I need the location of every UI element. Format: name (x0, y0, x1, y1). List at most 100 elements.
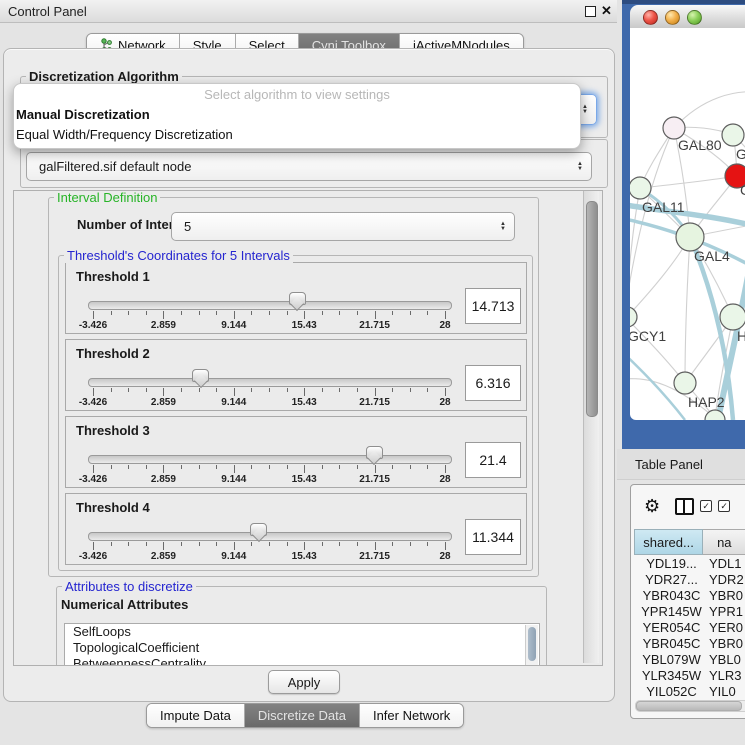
table-row[interactable]: YBL079WYBL0 (634, 652, 745, 668)
network-node[interactable] (630, 177, 651, 199)
dropdown-prompt: Select algorithm to view settings (14, 84, 580, 105)
network-node-label: C (740, 182, 745, 198)
combo-arrows-icon: ▲▼ (582, 105, 588, 115)
slider-track[interactable] (88, 301, 452, 310)
threshold-value-field[interactable]: 11.344 (465, 519, 521, 555)
column-header-shared-name[interactable]: shared... (634, 529, 703, 555)
threshold-value-field[interactable]: 21.4 (465, 442, 521, 478)
dropdown-option-manual[interactable]: Manual Discretization (14, 105, 580, 125)
network-node[interactable] (720, 304, 745, 330)
table-toolbar: ⚙ ✓ ✓ (631, 485, 745, 527)
tab-infer-network[interactable]: Infer Network (360, 704, 463, 727)
threshold-label: Threshold 1 (76, 269, 150, 284)
table-rows: YDL19...YDL1YDR27...YDR2YBR043CYBR0YPR14… (634, 556, 745, 698)
column-header-name[interactable]: na (703, 529, 745, 555)
apply-button[interactable]: Apply (268, 670, 340, 694)
threshold-label: Threshold 4 (76, 500, 150, 515)
slider-track[interactable] (88, 532, 452, 541)
float-window-icon[interactable] (585, 6, 596, 17)
bottom-tab-bar: Impute Data Discretize Data Infer Networ… (146, 703, 464, 728)
minimize-traffic-light[interactable] (665, 10, 680, 25)
threshold-box: Threshold 3-3.4262.8599.14415.4321.71528… (65, 416, 527, 488)
thresholds-group: Threshold 1 -3.4262.8599.14415.4321.71528… (58, 255, 533, 571)
table-row[interactable]: YDL19...YDL1 (634, 556, 745, 572)
threshold-box: Threshold 4 -3.4262.8599.14415.4321.71528… (65, 493, 527, 565)
table-row[interactable]: YIL052CYIL0 (634, 684, 745, 698)
gear-icon[interactable]: ⚙ (644, 497, 660, 515)
combo-arrows-icon: ▲▼ (577, 162, 583, 172)
zoom-traffic-light[interactable] (687, 10, 702, 25)
tab-discretize-data[interactable]: Discretize Data (245, 704, 360, 727)
network-canvas[interactable]: GAL80 GA C GAL11 GAL4 GCY1 H HAP2 (630, 28, 745, 420)
tab-impute-data[interactable]: Impute Data (147, 704, 245, 727)
slider-track[interactable] (88, 378, 452, 387)
network-node[interactable] (630, 307, 637, 327)
table-data-value: galFiltered.sif default node (39, 159, 191, 174)
num-intervals-combo[interactable]: 5 ▲▼ (171, 212, 515, 241)
scrollbar-thumb[interactable] (636, 701, 742, 711)
table-row[interactable]: YDR27...YDR2 (634, 572, 745, 588)
panel-title: Control Panel (8, 4, 87, 19)
interval-definition-group: Number of Intervals 5 ▲▼ Threshold 1-3.4… (48, 197, 539, 577)
control-panel-titlebar: Control Panel (0, 0, 617, 23)
columns-icon[interactable] (675, 498, 694, 515)
numerical-attributes-list: SelfLoopsTopologicalCoefficientBetweenne… (64, 623, 540, 666)
slider-scale-labels: -3.4262.8599.14415.4321.71528 (66, 397, 526, 408)
network-node-label: GAL4 (694, 248, 730, 264)
numerical-attributes-label: Numerical Attributes (61, 597, 188, 612)
network-window-titlebar (630, 5, 745, 29)
slider-thumb[interactable] (366, 446, 383, 459)
network-node-label: GAL11 (642, 199, 685, 215)
attribute-list-item[interactable]: TopologicalCoefficient (65, 640, 539, 656)
checkbox-icon[interactable]: ✓ (718, 500, 730, 512)
network-node-label: HAP2 (688, 394, 725, 410)
attributes-group-title: Attributes to discretize (62, 579, 196, 594)
threshold-label: Threshold 3 (76, 423, 150, 438)
threshold-value-field[interactable]: 14.713 (465, 288, 521, 324)
network-node-label: GAL80 (678, 137, 722, 153)
algorithm-group-title: Discretization Algorithm (26, 69, 182, 84)
app-root: Control Panel ✕ Network Style Select Cyn… (0, 0, 745, 745)
threshold-label: Threshold 2 (76, 346, 150, 361)
close-icon[interactable]: ✕ (601, 3, 612, 19)
attribute-list-item[interactable]: SelfLoops (65, 624, 539, 640)
network-node[interactable] (663, 117, 685, 139)
num-intervals-value: 5 (184, 219, 191, 234)
checkbox-icon[interactable]: ✓ (700, 500, 712, 512)
threshold-box: Threshold 2 -3.4262.8599.14415.4321.71528… (65, 339, 527, 411)
table-panel: ⚙ ✓ ✓ shared... na YDL19...YDL1YDR27...Y… (630, 484, 745, 719)
settings-viewport: Number of Intervals 5 ▲▼ Threshold 1-3.4… (13, 190, 603, 666)
slider-track[interactable] (88, 455, 452, 464)
table-data-combo[interactable]: galFiltered.sif default node ▲▼ (26, 152, 592, 181)
table-panel-titlebar: Table Panel (617, 449, 745, 480)
close-traffic-light[interactable] (643, 10, 658, 25)
interval-definition-title: Interval Definition (54, 190, 160, 205)
viewport-scrollbar[interactable] (583, 191, 599, 663)
combo-arrows-icon: ▲▼ (500, 222, 506, 232)
table-row[interactable]: YBR043CYBR0 (634, 588, 745, 604)
dropdown-option-equal-width[interactable]: Equal Width/Frequency Discretization (14, 125, 580, 145)
slider-thumb[interactable] (289, 292, 306, 305)
table-row[interactable]: YPR145WYPR1 (634, 604, 745, 620)
slider-thumb[interactable] (250, 523, 267, 536)
slider-thumb[interactable] (192, 369, 209, 382)
scrollbar-thumb[interactable] (586, 201, 598, 417)
network-node[interactable] (722, 124, 744, 146)
attribute-list-item[interactable]: BetweennessCentrality (65, 656, 539, 666)
table-horizontal-scrollbar[interactable] (635, 700, 745, 712)
threshold-value-field[interactable]: 6.316 (465, 365, 521, 401)
network-node-label: H (737, 328, 745, 344)
table-row[interactable]: YLR345WYLR3 (634, 668, 745, 684)
table-row[interactable]: YBR045CYBR0 (634, 636, 745, 652)
algorithm-dropdown-popup: Select algorithm to view settings Manual… (13, 83, 581, 149)
attributes-group: Numerical Attributes SelfLoopsTopologica… (56, 586, 547, 666)
slider-scale-labels: -3.4262.8599.14415.4321.71528 (66, 551, 526, 562)
table-row[interactable]: YER054CYER0 (634, 620, 745, 636)
network-node-label: GA (736, 146, 745, 162)
network-node[interactable] (674, 372, 696, 394)
list-scrollbar[interactable] (525, 625, 538, 666)
table-panel-title: Table Panel (635, 457, 703, 472)
network-node[interactable] (676, 223, 704, 251)
network-node-label: GCY1 (630, 328, 666, 344)
threshold-box: Threshold 1-3.4262.8599.14415.4321.71528… (65, 262, 527, 334)
